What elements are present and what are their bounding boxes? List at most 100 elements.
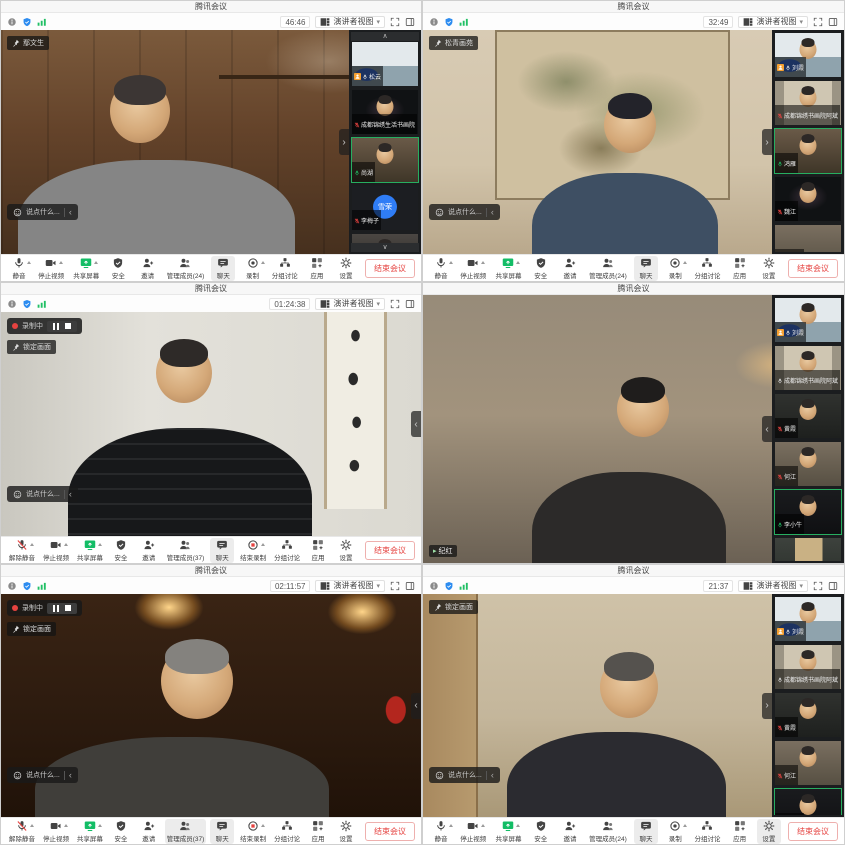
end-meeting-button[interactable]: 结束会议	[788, 259, 838, 278]
view-mode-dropdown[interactable]: 演讲者视图 ▾	[315, 298, 385, 310]
gear-button[interactable]: 设置	[757, 256, 781, 281]
participant-thumbnail[interactable]: 22设计实训	[351, 233, 419, 243]
participant-thumbnail[interactable]: 诗雅轩	[774, 224, 842, 252]
options-caret-icon[interactable]	[683, 261, 687, 264]
end-meeting-button[interactable]: 结束会议	[365, 541, 415, 560]
apps-button[interactable]: 应用	[306, 819, 330, 844]
stop-recording-icon[interactable]	[65, 605, 71, 611]
participant-thumbnail[interactable]: 李小牛	[774, 489, 842, 535]
participant-thumbnail[interactable]: 何江	[774, 740, 842, 786]
fullscreen-icon[interactable]	[813, 581, 823, 591]
mic-off-button[interactable]: 解除静音	[7, 819, 37, 844]
fullscreen-icon[interactable]	[390, 581, 400, 591]
camera-button[interactable]: 停止视频	[36, 256, 66, 281]
collapse-chat-arrow[interactable]: ‹	[491, 771, 494, 780]
end-meeting-button[interactable]: 结束会议	[365, 259, 415, 278]
options-caret-icon[interactable]	[98, 543, 102, 546]
gear-button[interactable]: 设置	[334, 256, 358, 281]
options-caret-icon[interactable]	[683, 824, 687, 827]
shield-button[interactable]: 安全	[109, 819, 133, 844]
invite-button[interactable]: 邀请	[137, 538, 161, 563]
chat-quick-input[interactable]: 说点什么... ‹	[429, 204, 500, 220]
sidebar-toggle-arrow[interactable]: ›	[762, 129, 772, 155]
meeting-info-icon[interactable]	[429, 17, 439, 27]
sidebar-toggle-arrow[interactable]: ‹	[411, 411, 421, 437]
record-stop-button[interactable]: 结束录制	[238, 819, 268, 844]
participant-thumbnail[interactable]: 何江	[774, 441, 842, 487]
chat-quick-input[interactable]: 说点什么... ‹	[7, 204, 78, 220]
sidebar-toggle-arrow[interactable]: ‹	[762, 416, 772, 442]
members-button[interactable]: 管理成员(24)	[165, 256, 207, 281]
participant-thumbnail[interactable]: 雪荣李梅子	[351, 185, 419, 231]
chat-quick-input[interactable]: 说点什么... ‹	[7, 767, 78, 783]
emoji-icon[interactable]	[435, 771, 444, 780]
gear-button[interactable]: 设置	[334, 819, 358, 844]
sidebar-toggle-arrow[interactable]: ›	[762, 693, 772, 719]
participant-thumbnail[interactable]: 刘霞	[774, 32, 842, 78]
mic-button[interactable]: 静音	[7, 256, 31, 281]
chat-button[interactable]: 聊天	[210, 819, 234, 844]
options-caret-icon[interactable]	[64, 824, 68, 827]
chat-button[interactable]: 聊天	[211, 256, 235, 281]
participant-thumbnail[interactable]: 成都锦绣书画院阿斌	[774, 80, 842, 126]
collapse-chat-arrow[interactable]: ‹	[69, 208, 72, 217]
fullscreen-icon[interactable]	[390, 299, 400, 309]
chat-quick-input[interactable]: 说点什么... ‹	[7, 486, 78, 502]
apps-button[interactable]: 应用	[728, 256, 752, 281]
participant-thumbnail[interactable]: 黄霞	[774, 393, 842, 439]
side-panel-toggle-icon[interactable]	[405, 17, 415, 27]
scroll-down-chevron[interactable]: ∨	[351, 243, 419, 252]
participant-thumbnail[interactable]: 李小牛	[774, 788, 842, 815]
gear-button[interactable]: 设置	[334, 538, 358, 563]
collapse-chat-arrow[interactable]: ‹	[69, 490, 72, 499]
options-caret-icon[interactable]	[261, 543, 265, 546]
participant-thumbnail[interactable]: 魏江	[774, 176, 842, 222]
emoji-icon[interactable]	[13, 208, 22, 217]
apps-button[interactable]: 应用	[305, 256, 329, 281]
fullscreen-icon[interactable]	[390, 17, 400, 27]
members-button[interactable]: 管理成员(24)	[587, 256, 629, 281]
chat-button[interactable]: 聊天	[634, 256, 658, 281]
members-button[interactable]: 管理成员(24)	[587, 819, 629, 844]
view-mode-dropdown[interactable]: 演讲者视图 ▾	[315, 580, 385, 592]
sidebar-toggle-arrow[interactable]: ‹	[411, 693, 421, 719]
shield-button[interactable]: 安全	[106, 256, 130, 281]
fullscreen-icon[interactable]	[813, 17, 823, 27]
options-caret-icon[interactable]	[59, 261, 63, 264]
collapse-chat-arrow[interactable]: ‹	[69, 771, 72, 780]
camera-button[interactable]: 停止视频	[458, 819, 488, 844]
participant-thumbnail[interactable]: 伯勤	[774, 537, 842, 561]
options-caret-icon[interactable]	[481, 261, 485, 264]
options-caret-icon[interactable]	[449, 261, 453, 264]
camera-button[interactable]: 停止视频	[458, 256, 488, 281]
invite-button[interactable]: 邀请	[558, 256, 582, 281]
recording-controls[interactable]	[47, 321, 77, 332]
participant-thumbnail[interactable]: 鸿雁	[774, 128, 842, 174]
view-mode-dropdown[interactable]: 演讲者视图 ▾	[738, 16, 808, 28]
participant-thumbnail[interactable]: 成都锦绣书画院阿斌	[774, 345, 842, 391]
shield-button[interactable]: 安全	[529, 256, 553, 281]
security-shield-icon[interactable]	[22, 299, 32, 309]
mic-off-button[interactable]: 解除静音	[7, 538, 37, 563]
record-button[interactable]: 录制	[241, 256, 265, 281]
breakout-button[interactable]: 分组讨论	[272, 538, 302, 563]
participant-thumbnail[interactable]: 成都锦绣书画院阿斌	[774, 644, 842, 690]
options-caret-icon[interactable]	[94, 261, 98, 264]
mic-button[interactable]: 静音	[429, 256, 453, 281]
end-meeting-button[interactable]: 结束会议	[788, 822, 838, 841]
breakout-button[interactable]: 分组讨论	[692, 819, 722, 844]
options-caret-icon[interactable]	[64, 543, 68, 546]
side-panel-toggle-icon[interactable]	[405, 581, 415, 591]
pause-recording-icon[interactable]	[53, 323, 59, 330]
mic-button[interactable]: 静音	[429, 819, 453, 844]
camera-button[interactable]: 停止视频	[41, 819, 71, 844]
collapse-chat-arrow[interactable]: ‹	[491, 208, 494, 217]
chat-button[interactable]: 聊天	[210, 538, 234, 563]
invite-button[interactable]: 邀请	[558, 819, 582, 844]
options-caret-icon[interactable]	[261, 261, 265, 264]
apps-button[interactable]: 应用	[306, 538, 330, 563]
share-button[interactable]: 共享屏幕	[493, 819, 523, 844]
recording-controls[interactable]	[47, 603, 77, 614]
options-caret-icon[interactable]	[449, 824, 453, 827]
apps-button[interactable]: 应用	[728, 819, 752, 844]
